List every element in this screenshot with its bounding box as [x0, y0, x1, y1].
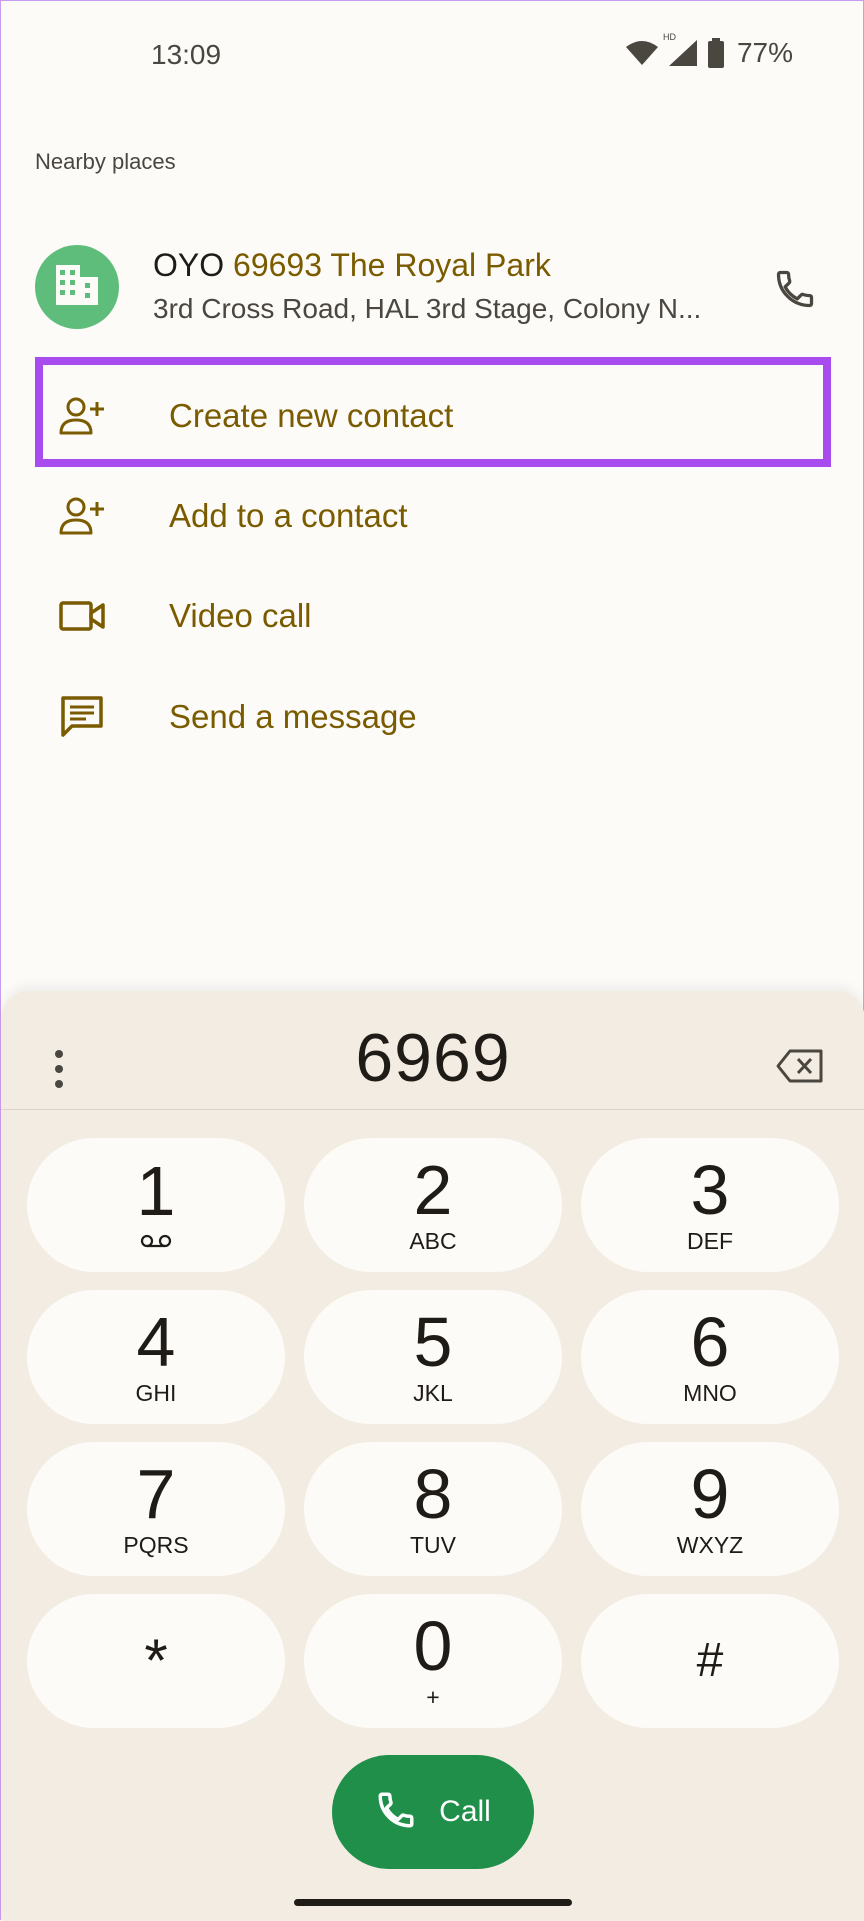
dial-key-0[interactable]: 0 +: [304, 1594, 562, 1728]
key-digit: 9: [690, 1455, 730, 1533]
key-letters: TUV: [410, 1532, 456, 1558]
key-digit: 2: [413, 1151, 453, 1229]
backspace-icon: [776, 1049, 824, 1088]
dial-key-3[interactable]: 3 DEF: [581, 1138, 839, 1272]
voicemail-icon: [140, 1233, 172, 1255]
dial-key-6[interactable]: 6 MNO: [581, 1290, 839, 1424]
status-icons: HD 77%: [625, 32, 793, 69]
key-letters: ABC: [409, 1228, 457, 1254]
key-digit: 3: [690, 1151, 730, 1229]
dial-key-9[interactable]: 9 WXYZ: [581, 1442, 839, 1576]
building-icon: [54, 263, 100, 312]
dial-key-5[interactable]: 5 JKL: [304, 1290, 562, 1424]
hd-badge: HD: [662, 32, 676, 42]
phone-screen: 13:09 HD 77% Nearby places OYO 69693 The…: [0, 0, 864, 1921]
place-name: OYO 69693 The Royal Park: [153, 247, 551, 284]
backspace-button[interactable]: [769, 1037, 831, 1099]
key-letters: PQRS: [123, 1532, 189, 1558]
key-letters: DEF: [687, 1228, 733, 1254]
key-digit: 5: [413, 1303, 453, 1381]
dial-key-2[interactable]: 2 ABC: [304, 1138, 562, 1272]
place-call-button[interactable]: [765, 261, 825, 321]
status-time: 13:09: [151, 39, 222, 70]
call-label: Call: [439, 1795, 491, 1828]
key-digit: *: [144, 1627, 168, 1694]
key-letters: WXYZ: [676, 1532, 744, 1558]
phone-icon: [375, 1789, 417, 1836]
person-add-icon: [59, 493, 105, 539]
dial-key-1[interactable]: 1: [27, 1138, 285, 1272]
signal-icon: HD: [663, 32, 699, 68]
send-message-action[interactable]: Send a message: [1, 666, 864, 766]
call-button[interactable]: Call: [332, 1755, 534, 1869]
dial-key-8[interactable]: 8 TUV: [304, 1442, 562, 1576]
key-digit: 6: [690, 1303, 730, 1381]
key-letters: MNO: [683, 1380, 737, 1406]
send-message-label: Send a message: [169, 698, 417, 735]
highlight-box: [35, 357, 831, 467]
key-letters: +: [426, 1684, 440, 1710]
key-digit: #: [696, 1634, 724, 1687]
add-to-contact-label: Add to a contact: [169, 497, 408, 534]
video-call-label: Video call: [169, 597, 312, 634]
place-name-prefix: OYO: [153, 247, 234, 283]
key-digit: 7: [136, 1455, 176, 1533]
dial-key-4[interactable]: 4 GHI: [27, 1290, 285, 1424]
section-title: Nearby places: [35, 149, 176, 174]
key-letters: GHI: [135, 1380, 177, 1406]
key-digit: 4: [136, 1303, 176, 1381]
dial-key-7[interactable]: 7 PQRS: [27, 1442, 285, 1576]
add-to-contact-action[interactable]: Add to a contact: [1, 465, 864, 565]
place-avatar: [35, 245, 119, 329]
key-digit: 1: [136, 1152, 176, 1230]
dialed-number[interactable]: 6969: [1, 1019, 864, 1097]
wifi-icon: [625, 39, 659, 67]
place-address: 3rd Cross Road, HAL 3rd Stage, Colony N.…: [153, 293, 702, 324]
home-indicator[interactable]: [294, 1899, 572, 1906]
battery-percent: 77%: [736, 37, 793, 68]
key-digit: 0: [413, 1607, 453, 1685]
battery-icon: [707, 38, 725, 68]
videocam-icon: [59, 593, 105, 639]
nearby-place-result[interactable]: OYO 69693 The Royal Park 3rd Cross Road,…: [1, 233, 864, 343]
dialpad-divider: [1, 1109, 864, 1110]
phone-icon: [773, 267, 817, 316]
dial-key-star[interactable]: *: [27, 1594, 285, 1728]
key-letters: JKL: [413, 1380, 453, 1406]
place-name-match: 69693 The Royal Park: [233, 247, 551, 283]
message-icon: [59, 694, 105, 740]
key-digit: 8: [413, 1455, 453, 1533]
dial-key-hash[interactable]: #: [581, 1594, 839, 1728]
video-call-action[interactable]: Video call: [1, 565, 864, 665]
